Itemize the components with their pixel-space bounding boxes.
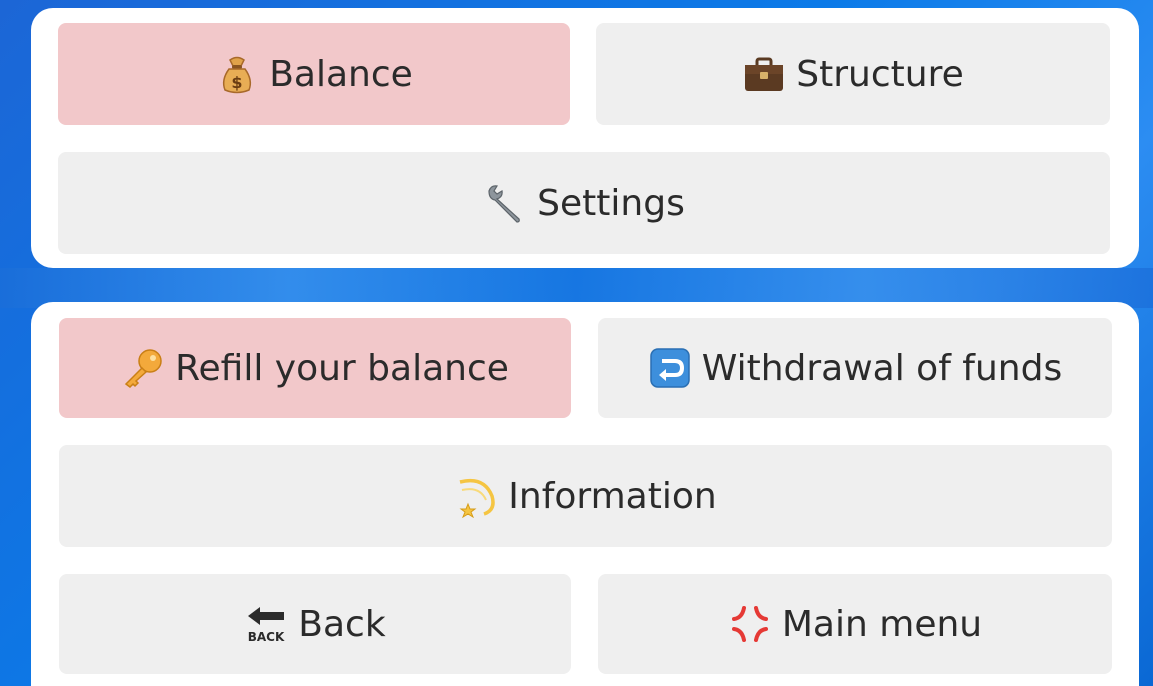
bottom-menu-panel: Refill your balance Withdrawal of funds … (31, 302, 1139, 686)
main-menu-button[interactable]: Main menu (598, 574, 1112, 674)
withdrawal-button[interactable]: Withdrawal of funds (598, 318, 1112, 418)
settings-label: Settings (537, 182, 685, 224)
top-menu-panel: $ Balance Structure Settings (31, 8, 1139, 268)
information-label: Information (508, 475, 717, 517)
information-button[interactable]: Information (59, 445, 1112, 547)
back-icon-text: BACK (248, 630, 285, 644)
wrench-icon (483, 181, 527, 225)
dizzy-star-icon (454, 474, 498, 518)
back-arrow-icon: BACK (244, 602, 288, 646)
refill-balance-button[interactable]: Refill your balance (59, 318, 571, 418)
settings-button[interactable]: Settings (58, 152, 1110, 254)
key-icon (121, 346, 165, 390)
balance-button[interactable]: $ Balance (58, 23, 570, 125)
main-menu-label: Main menu (781, 603, 983, 645)
structure-label: Structure (796, 53, 964, 95)
return-arrow-icon (648, 346, 692, 390)
withdrawal-label: Withdrawal of funds (701, 347, 1063, 389)
balance-label: Balance (269, 53, 413, 95)
refill-balance-label: Refill your balance (175, 347, 509, 389)
back-button[interactable]: BACK Back (59, 574, 571, 674)
anger-symbol-icon (728, 602, 772, 646)
svg-text:$: $ (232, 73, 243, 92)
money-bag-icon: $ (215, 52, 259, 96)
structure-button[interactable]: Structure (596, 23, 1110, 125)
back-label: Back (298, 603, 386, 645)
briefcase-icon (742, 52, 786, 96)
